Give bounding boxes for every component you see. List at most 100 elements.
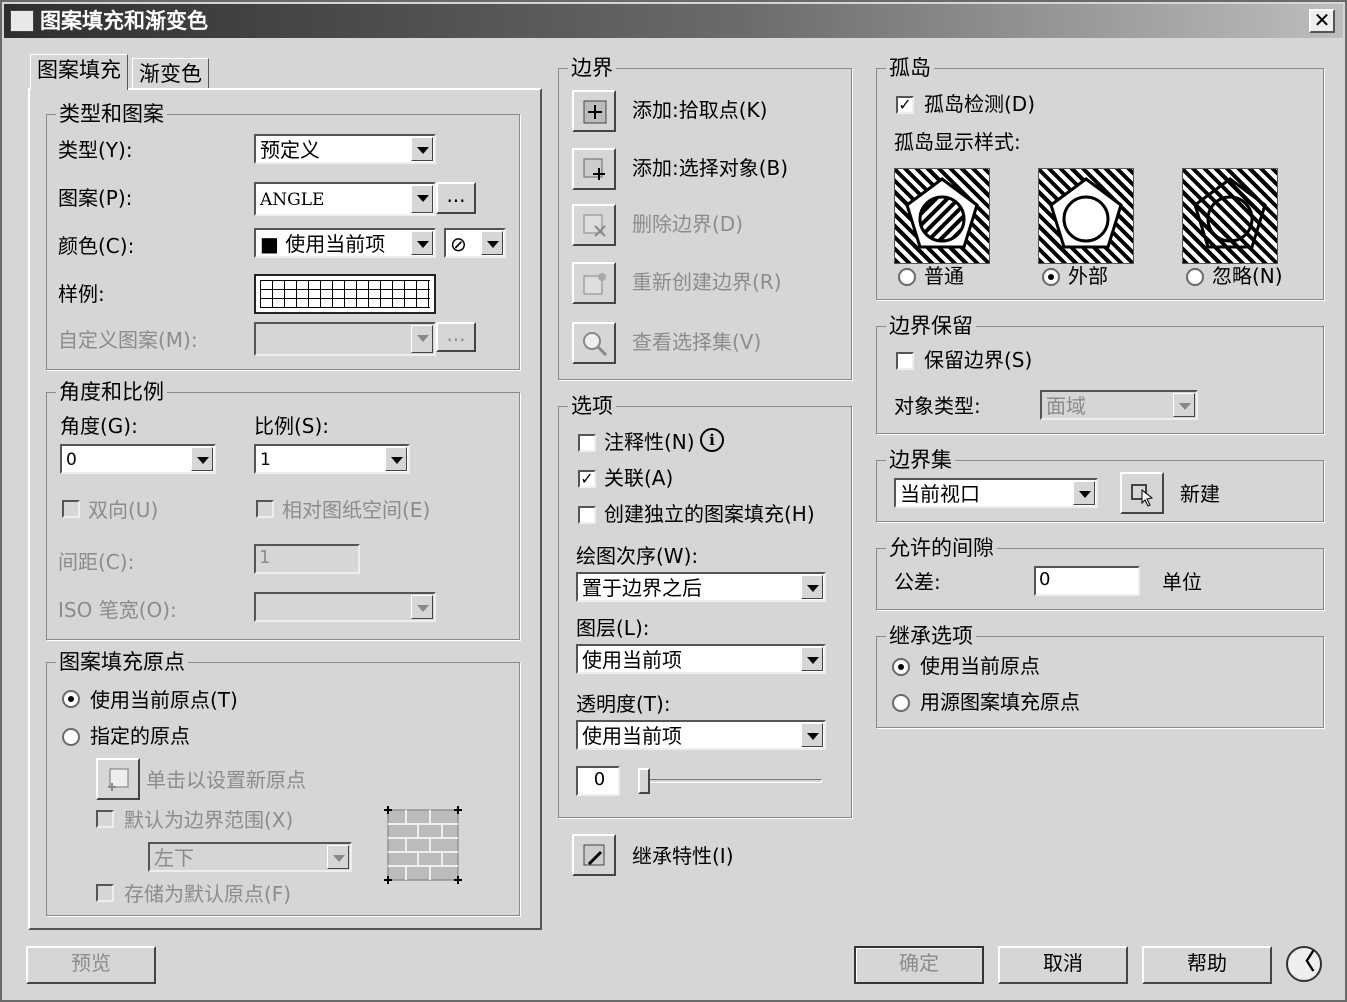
double-checkbox[interactable]	[62, 500, 80, 518]
island-detection-checkbox[interactable]: ✓	[896, 96, 914, 114]
object-type-value: 面域	[1046, 394, 1086, 418]
tab-hatch[interactable]: 图案填充	[30, 54, 128, 90]
retain-boundaries-checkbox[interactable]	[896, 352, 914, 370]
layer-value: 使用当前项	[582, 648, 682, 672]
draw-order-label: 绘图次序(W):	[576, 544, 699, 568]
background-color-select[interactable]: ⊘	[444, 228, 506, 258]
info-icon[interactable]: i	[700, 428, 724, 452]
pattern-browse-button[interactable]: ...	[436, 182, 476, 214]
tab-gradient[interactable]: 渐变色	[132, 58, 209, 90]
inherit-options-group	[876, 636, 1324, 728]
layer-select[interactable]: 使用当前项	[576, 644, 826, 674]
set-origin-label: 单击以设置新原点	[146, 768, 306, 792]
transparency-select[interactable]: 使用当前项	[576, 720, 826, 750]
island-detection-label: 孤岛检测(D)	[924, 92, 1036, 116]
custom-browse-button[interactable]: ...	[436, 322, 476, 352]
cancel-button[interactable]: 取消	[998, 946, 1128, 984]
preview-button[interactable]: 预览	[26, 946, 156, 984]
recreate-boundary-label: 重新创建边界(R)	[632, 270, 782, 294]
store-default-checkbox[interactable]	[96, 884, 114, 902]
specified-origin-radio[interactable]	[62, 728, 80, 746]
angle-scale-legend: 角度和比例	[56, 380, 167, 404]
pattern-sample-swatch	[260, 280, 430, 308]
chevron-down-icon	[385, 447, 407, 471]
inherit-source-origin-label: 用源图案填充原点	[920, 690, 1080, 714]
angle-select[interactable]: 0	[60, 444, 216, 474]
spacing-input[interactable]: 1	[254, 544, 360, 574]
retain-boundaries-label: 保留边界(S)	[924, 348, 1033, 372]
relative-paper-label: 相对图纸空间(E)	[282, 498, 431, 522]
island-normal-radio[interactable]	[898, 268, 916, 286]
island-ignore-label: 忽略(N)	[1212, 264, 1283, 288]
transparency-input[interactable]: 0	[576, 766, 620, 796]
chevron-down-icon	[411, 595, 433, 619]
chevron-down-icon	[801, 647, 823, 671]
origin-position-value: 左下	[154, 846, 194, 870]
pattern-select[interactable]: ANGLE	[254, 182, 436, 216]
island-outer-radio[interactable]	[1042, 268, 1060, 286]
boundary-set-select[interactable]: 当前视口	[894, 478, 1098, 508]
chevron-down-icon	[411, 185, 433, 213]
transparency-slider-thumb[interactable]	[638, 768, 650, 794]
new-boundary-set-button[interactable]	[1120, 472, 1164, 514]
custom-pattern-select[interactable]	[254, 322, 436, 356]
specified-origin-label: 指定的原点	[90, 724, 190, 748]
angle-value: 0	[66, 450, 77, 470]
add-pick-points-button[interactable]	[572, 90, 616, 132]
add-pick-points-label: 添加:拾取点(K)	[632, 98, 768, 122]
add-select-objects-button[interactable]	[572, 148, 616, 190]
help-button[interactable]: 帮助	[1142, 946, 1272, 984]
separate-hatches-checkbox[interactable]	[578, 506, 596, 524]
chevron-down-icon	[191, 447, 213, 471]
inherit-current-origin-radio[interactable]	[892, 658, 910, 676]
set-origin-button[interactable]	[96, 758, 140, 800]
relative-paper-checkbox[interactable]	[256, 500, 274, 518]
iso-pen-select[interactable]	[254, 592, 436, 622]
boundary-set-legend: 边界集	[886, 448, 955, 472]
annotative-checkbox[interactable]	[578, 434, 596, 452]
origin-position-select[interactable]: 左下	[148, 842, 352, 872]
tolerance-label: 公差:	[894, 570, 941, 594]
draw-order-select[interactable]: 置于边界之后	[576, 572, 826, 602]
island-ignore-icon	[1193, 177, 1267, 249]
more-options-button[interactable]: 〈	[1286, 946, 1322, 982]
close-button[interactable]: ✕	[1309, 9, 1335, 33]
transparency-slider-track[interactable]	[642, 779, 822, 783]
island-ignore-radio[interactable]	[1186, 268, 1204, 286]
use-current-origin-radio[interactable]	[62, 690, 80, 708]
tolerance-input[interactable]: 0	[1034, 566, 1140, 596]
type-select[interactable]: 预定义	[254, 134, 436, 164]
object-type-select[interactable]: 面域	[1040, 390, 1198, 420]
associative-checkbox[interactable]: ✓	[578, 470, 596, 488]
hatch-dialog: 图案填充和渐变色 ✕ 图案填充 渐变色 类型和图案 类型(Y): 预定义 图案(…	[0, 0, 1347, 1002]
select-objects-icon	[583, 158, 605, 180]
remove-boundaries-label: 删除边界(D)	[632, 212, 744, 236]
scale-select[interactable]: 1	[254, 444, 410, 474]
color-value: ■ 使用当前项	[260, 232, 386, 256]
island-outer-preview[interactable]	[1038, 168, 1134, 264]
recreate-boundary-button[interactable]	[572, 262, 616, 304]
associative-label: 关联(A)	[604, 466, 674, 490]
island-ignore-preview[interactable]	[1182, 168, 1278, 264]
set-origin-icon	[108, 768, 129, 791]
island-normal-preview[interactable]	[894, 168, 990, 264]
inherit-options-legend: 继承选项	[886, 624, 976, 648]
remove-boundaries-button[interactable]	[572, 204, 616, 246]
ok-button[interactable]: 确定	[854, 946, 984, 984]
default-extent-checkbox[interactable]	[96, 810, 114, 828]
new-boundary-set-label: 新建	[1180, 482, 1220, 506]
sample-label: 样例:	[58, 282, 105, 306]
view-selections-button[interactable]	[572, 322, 616, 364]
separate-hatches-label: 创建独立的图案填充(H)	[604, 502, 815, 526]
recreate-boundary-icon	[583, 273, 606, 295]
type-pattern-legend: 类型和图案	[56, 102, 167, 126]
color-select[interactable]: ■ 使用当前项	[254, 228, 436, 258]
origin-preview-icon	[382, 804, 464, 886]
window-title: 图案填充和渐变色	[40, 9, 208, 33]
inherit-source-origin-radio[interactable]	[892, 694, 910, 712]
transparency-value: 使用当前项	[582, 724, 682, 748]
island-normal-icon	[905, 177, 979, 249]
pattern-sample[interactable]	[254, 274, 436, 314]
chevron-down-icon	[411, 137, 433, 161]
inherit-properties-button[interactable]	[572, 834, 616, 876]
